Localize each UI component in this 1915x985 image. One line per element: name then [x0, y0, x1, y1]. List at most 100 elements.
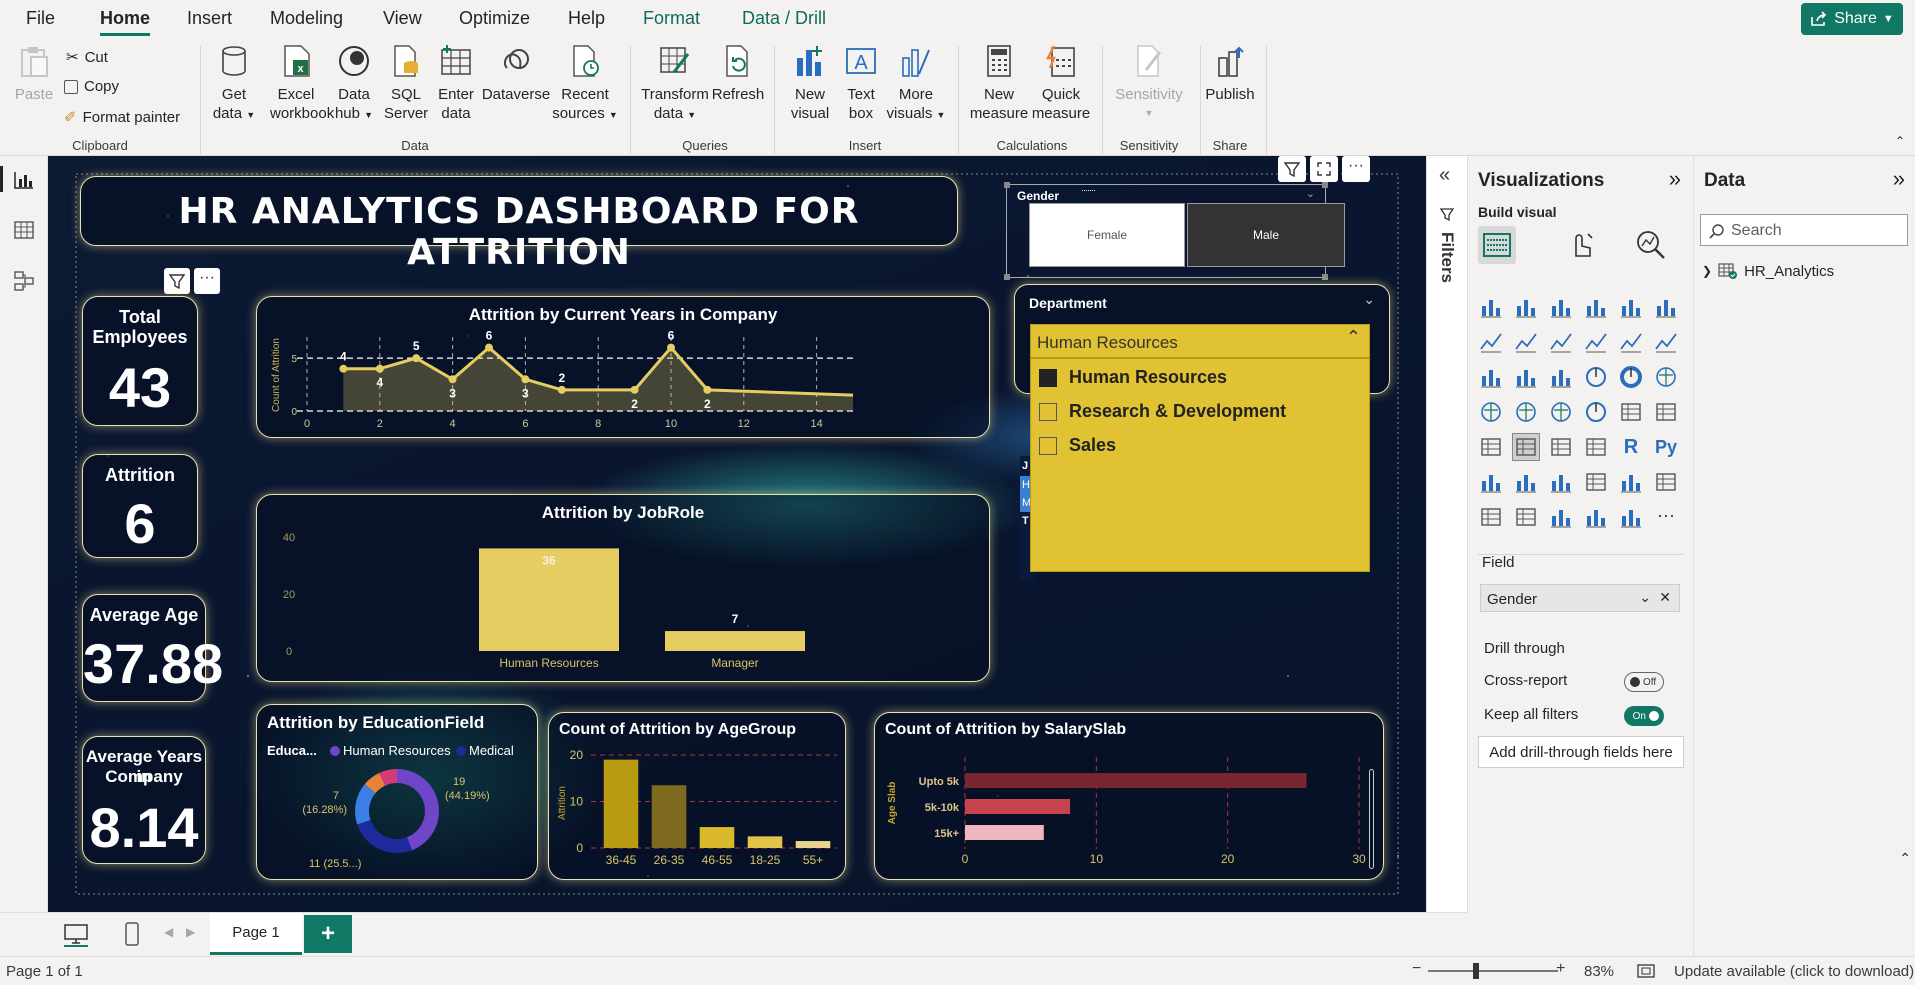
focus-mode-icon[interactable]: [1310, 156, 1338, 182]
more-visuals-icon[interactable]: ···: [1653, 504, 1679, 530]
waterfall-icon[interactable]: [1478, 364, 1504, 390]
multi-row-card-icon[interactable]: [1653, 399, 1679, 425]
line-chart-years-in-company[interactable]: Attrition by Current Years in Company 02…: [256, 296, 990, 438]
100-column-icon[interactable]: [1653, 294, 1679, 320]
department-option-1[interactable]: Research & Development: [1039, 401, 1286, 422]
department-dropdown-header[interactable]: Human Resources ⌃: [1030, 324, 1370, 358]
filters-pane-collapsed[interactable]: « Filters: [1426, 156, 1468, 912]
checkbox-unchecked[interactable]: [1039, 436, 1057, 455]
ribbon-chart-icon[interactable]: [1653, 329, 1679, 355]
new-visual-button[interactable]: New visual: [784, 38, 836, 123]
treemap-icon[interactable]: [1653, 364, 1679, 390]
collapse-right-icon[interactable]: »: [1669, 166, 1681, 192]
report-canvas[interactable]: HR ANALYTICS DASHBOARD FOR ATTRITION ···…: [48, 156, 1426, 912]
menu-help[interactable]: Help: [568, 8, 605, 29]
kpi-total-employees[interactable]: Total Employees 43: [82, 296, 198, 426]
field-well-gender[interactable]: Gender ⌄ ✕: [1480, 584, 1680, 612]
analytics-icon[interactable]: [1634, 228, 1668, 262]
area-chart-icon[interactable]: [1513, 329, 1539, 355]
excel-workbook-button[interactable]: x Excel workbook: [270, 38, 334, 123]
arcgis-icon[interactable]: [1548, 504, 1574, 530]
close-icon[interactable]: ✕: [1659, 589, 1671, 606]
kpi-average-age[interactable]: Average Age 37.88: [82, 594, 223, 702]
filter-icon[interactable]: [1278, 156, 1306, 182]
chevron-up-icon[interactable]: ⌃: [1346, 327, 1361, 348]
python-visual-icon[interactable]: Py: [1653, 434, 1679, 460]
zoom-out-button[interactable]: −: [1412, 960, 1421, 978]
share-button[interactable]: Share ▼: [1801, 3, 1903, 35]
line-column-icon[interactable]: [1583, 329, 1609, 355]
powerapps-icon[interactable]: [1583, 504, 1609, 530]
chevron-down-icon[interactable]: ⌄: [1306, 187, 1315, 200]
checkbox-checked[interactable]: [1039, 368, 1057, 387]
donut-chart-education[interactable]: Attrition by EducationField Educa... Huma…: [256, 704, 538, 880]
100-bar-icon[interactable]: [1618, 294, 1644, 320]
next-page-icon[interactable]: ▶: [186, 925, 195, 939]
recent-sources-button[interactable]: Recent sources ▼: [552, 38, 618, 125]
department-option-2[interactable]: Sales: [1039, 435, 1116, 456]
filled-map-icon[interactable]: [1513, 399, 1539, 425]
cross-report-toggle[interactable]: Off: [1624, 672, 1664, 692]
resize-handle[interactable]: [1004, 274, 1010, 280]
table-view-icon[interactable]: [13, 220, 35, 240]
desktop-layout-icon[interactable]: [62, 921, 90, 947]
add-drill-through-field-well[interactable]: Add drill-through fields here: [1478, 736, 1684, 768]
card-new-icon[interactable]: [1478, 504, 1504, 530]
quick-measure-button[interactable]: Quick measure: [1030, 38, 1092, 123]
publish-button[interactable]: Publish: [1204, 38, 1256, 104]
chevron-right-icon[interactable]: ❯: [1702, 264, 1712, 278]
mobile-layout-icon[interactable]: [122, 921, 142, 947]
scatter-icon[interactable]: [1548, 364, 1574, 390]
zoom-slider-track[interactable]: [1428, 970, 1558, 972]
card-icon[interactable]: [1618, 399, 1644, 425]
bar-chart-jobrole[interactable]: Attrition by JobRole 0 20 40 36 Human Resour…: [256, 494, 990, 682]
data-hub-button[interactable]: Data hub ▼: [332, 38, 376, 125]
more-visuals-button[interactable]: More visuals ▼: [886, 38, 946, 125]
fit-to-page-icon[interactable]: [1636, 962, 1656, 980]
clustered-bar-icon[interactable]: [1548, 294, 1574, 320]
menu-data-drill[interactable]: Data / Drill: [742, 8, 826, 29]
zoom-in-button[interactable]: +: [1556, 960, 1565, 978]
resize-handle[interactable]: [1322, 274, 1328, 280]
cut-button[interactable]: ✂ Cut: [66, 48, 108, 67]
kpi-icon[interactable]: [1478, 434, 1504, 460]
stacked-area-icon[interactable]: [1548, 329, 1574, 355]
azure-map-icon[interactable]: [1548, 399, 1574, 425]
bar-chart-agegroup[interactable]: Count of Attrition by AgeGroup 0 10 20 Attr…: [548, 712, 846, 880]
text-box-button[interactable]: A Text box: [838, 38, 884, 123]
add-page-button[interactable]: +: [304, 915, 352, 953]
decomposition-tree-icon[interactable]: [1513, 469, 1539, 495]
collapse-right-icon[interactable]: »: [1893, 166, 1905, 192]
scrollbar[interactable]: [1369, 769, 1374, 869]
slicer-new-icon[interactable]: [1513, 504, 1539, 530]
table-icon[interactable]: [1548, 434, 1574, 460]
page-tab-page-1[interactable]: Page 1: [210, 913, 302, 955]
kpi-attrition[interactable]: Attrition 6: [82, 454, 198, 558]
collapse-ribbon-icon[interactable]: ⌃: [1895, 134, 1905, 148]
data-search-input[interactable]: Search: [1700, 214, 1908, 246]
menu-home[interactable]: Home: [100, 8, 151, 36]
matrix-icon[interactable]: [1583, 434, 1609, 460]
zoom-slider-thumb[interactable]: [1473, 963, 1479, 979]
transform-data-button[interactable]: Transform data ▼: [640, 38, 710, 125]
gauge-icon[interactable]: [1583, 399, 1609, 425]
stacked-column-icon[interactable]: [1513, 294, 1539, 320]
stacked-bar-icon[interactable]: [1478, 294, 1504, 320]
gender-slicer[interactable]: Gender ⌄ ······· Female Male: [1004, 182, 1345, 280]
collapse-ribbon-icon[interactable]: ⌃: [1899, 850, 1911, 867]
clustered-column-icon[interactable]: [1583, 294, 1609, 320]
line-chart-icon[interactable]: [1478, 329, 1504, 355]
paste-button[interactable]: Paste: [12, 38, 56, 104]
gender-option-female[interactable]: Female: [1029, 203, 1185, 267]
dataverse-button[interactable]: Dataverse: [480, 38, 552, 104]
chevron-down-icon[interactable]: ⌄: [1363, 291, 1375, 308]
resize-handle[interactable]: [1322, 182, 1328, 188]
more-options-icon[interactable]: ···: [194, 268, 220, 294]
funnel-icon[interactable]: [1513, 364, 1539, 390]
expand-left-icon[interactable]: «: [1439, 164, 1450, 187]
menu-insert[interactable]: Insert: [187, 8, 232, 29]
department-option-0[interactable]: Human Resources: [1039, 367, 1227, 388]
previous-page-icon[interactable]: ◀: [164, 925, 173, 939]
new-measure-button[interactable]: New measure: [968, 38, 1030, 123]
format-visual-icon[interactable]: [1564, 228, 1598, 262]
